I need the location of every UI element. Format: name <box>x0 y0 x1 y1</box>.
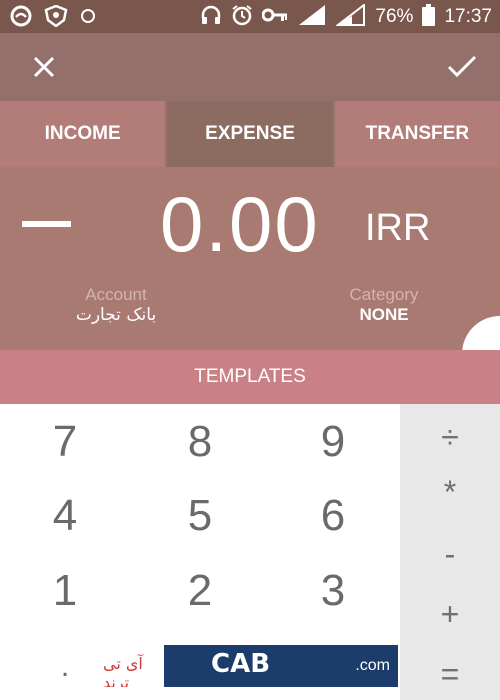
toolbar <box>0 33 500 101</box>
banner-domain: .com <box>355 657 390 674</box>
check-icon <box>447 55 477 78</box>
key-2[interactable]: 2 <box>145 561 255 621</box>
tab-transfer[interactable]: TRANSFER <box>335 101 500 167</box>
tab-expense[interactable]: EXPENSE <box>167 101 333 167</box>
op-divide[interactable]: ÷ <box>400 412 500 462</box>
signal-sim2-icon: 2 <box>335 2 366 30</box>
transaction-type-tabs: INCOME EXPENSE TRANSFER <box>0 101 500 167</box>
key-6[interactable]: 6 <box>278 486 388 546</box>
minus-sign-button[interactable] <box>22 221 71 227</box>
app-notification-icon <box>10 5 32 31</box>
sim2-label: 2 <box>337 12 343 23</box>
templates-button[interactable]: TEMPLATES <box>0 350 500 404</box>
key-1[interactable]: 1 <box>10 561 120 621</box>
confirm-button[interactable] <box>440 45 484 89</box>
account-value[interactable]: بانک تجارت <box>50 305 182 325</box>
currency-button[interactable]: IRR <box>365 207 430 250</box>
key-7[interactable]: 7 <box>10 412 120 472</box>
banner-fa-text: آی تی ترند <box>103 654 143 687</box>
headset-icon <box>200 4 222 30</box>
signal-sim1-icon: 1 <box>297 4 327 30</box>
close-button[interactable] <box>22 45 66 89</box>
close-icon <box>33 56 55 78</box>
operator-panel: ÷ * - + = <box>400 404 500 700</box>
shield-icon <box>44 4 68 31</box>
key-3[interactable]: 3 <box>278 561 388 621</box>
watermark-banner: آی تی ترند CAB .com <box>101 645 398 687</box>
key-5[interactable]: 5 <box>145 486 255 546</box>
status-left-icons <box>10 4 96 31</box>
amount-value: 0.00 <box>160 180 320 268</box>
banner-left-panel: آی تی ترند <box>101 645 164 687</box>
status-right-icons: 1 2 76% 17:37 <box>200 2 492 30</box>
clock: 17:37 <box>444 6 492 27</box>
sim1-label: 1 <box>298 12 304 23</box>
key-9[interactable]: 9 <box>278 412 388 472</box>
battery-percent: 76% <box>375 6 414 27</box>
battery-icon <box>422 4 436 30</box>
amount-panel: 0.00 IRR Account بانک تجارت Category NON… <box>0 167 500 466</box>
key-4[interactable]: 4 <box>10 486 120 546</box>
tab-income[interactable]: INCOME <box>0 101 165 167</box>
banner-logo: CAB <box>211 649 271 679</box>
category-value[interactable]: NONE <box>320 305 448 325</box>
op-multiply[interactable]: * <box>400 467 500 517</box>
category-label: Category <box>349 285 419 304</box>
op-equals[interactable]: = <box>400 649 500 699</box>
alarm-icon <box>231 4 253 30</box>
op-minus[interactable]: - <box>400 529 500 579</box>
circle-icon <box>80 8 96 28</box>
account-label: Account <box>85 285 147 304</box>
key-icon <box>261 6 288 28</box>
key-8[interactable]: 8 <box>145 412 255 472</box>
status-bar: 1 2 76% 17:37 <box>0 0 500 33</box>
op-plus[interactable]: + <box>400 589 500 639</box>
